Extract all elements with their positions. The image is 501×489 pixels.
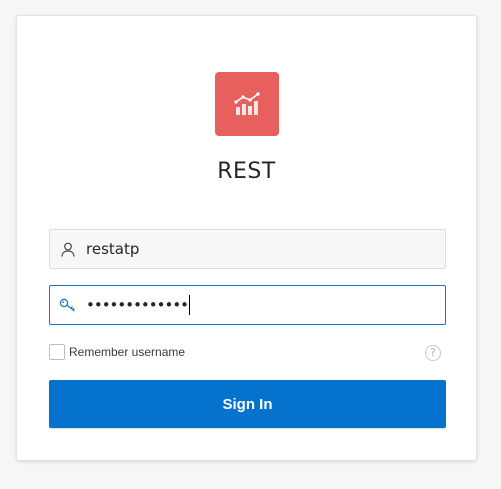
password-field[interactable]: ••••••••••••• — [49, 285, 446, 325]
bar-chart-trend-icon — [234, 92, 260, 115]
login-card: REST ••••••••••••• Remember username ? S… — [16, 15, 477, 461]
app-logo — [215, 72, 279, 136]
app-title: REST — [217, 159, 276, 184]
username-input[interactable] — [86, 234, 445, 264]
user-icon — [50, 230, 86, 268]
remember-username[interactable]: Remember username — [49, 344, 185, 360]
remember-label: Remember username — [69, 345, 186, 359]
help-icon[interactable]: ? — [425, 345, 441, 361]
key-icon — [50, 286, 86, 324]
sign-in-button[interactable]: Sign In — [49, 380, 446, 428]
password-value[interactable]: ••••••••••••• — [86, 296, 189, 314]
text-caret — [189, 295, 191, 315]
username-field[interactable] — [49, 229, 446, 269]
remember-checkbox[interactable] — [49, 344, 65, 360]
